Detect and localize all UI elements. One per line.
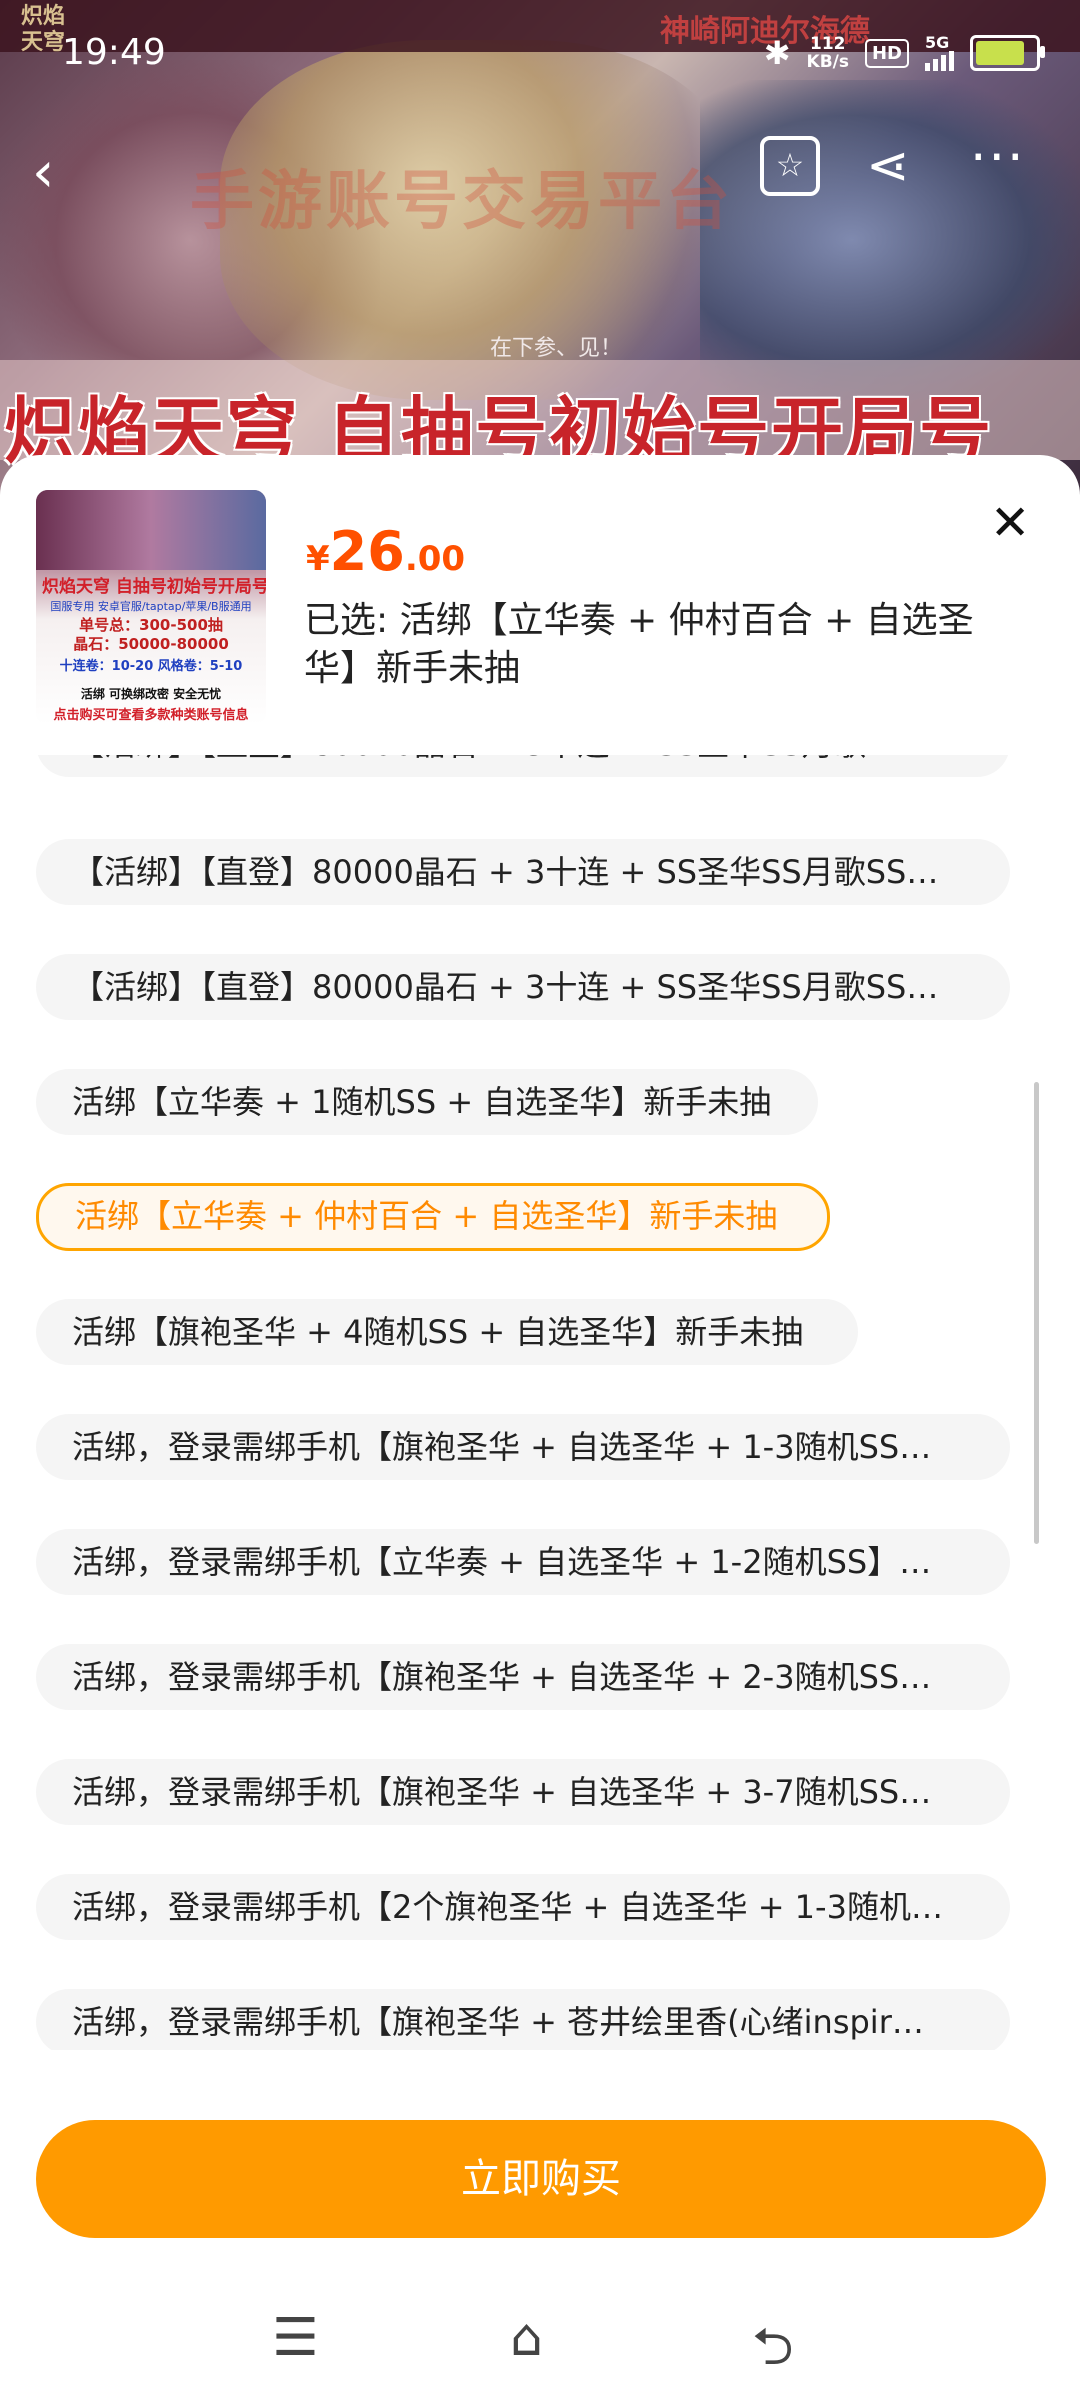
variant-option[interactable]: 活绑，登录需绑手机【立华奏 + 自选圣华 + 1-2随机SS】…	[36, 1529, 1010, 1595]
variant-option[interactable]: 活绑，登录需绑手机【旗袍圣华 + 自选圣华 + 1-3随机SS…	[36, 1414, 1010, 1480]
thumb-line: 单号总：300-500抽	[79, 616, 223, 634]
price-integer: 26	[329, 520, 405, 583]
variant-option[interactable]: 活绑，登录需绑手机【旗袍圣华 + 苍井绘里香(心绪inspir…	[36, 1989, 1010, 2055]
variant-option[interactable]: 活绑，登录需绑手机【2个旗袍圣华 + 自选圣华 + 1-3随机…	[36, 1874, 1010, 1940]
thumb-line: 晶石：50000-80000	[73, 635, 229, 653]
thumb-line: 国服专用 安卓官服/taptap/苹果/B服通用	[50, 600, 252, 613]
share-icon[interactable]: ⋖	[866, 136, 910, 196]
price-symbol: ¥	[306, 539, 330, 579]
status-bar: 19:49 ✱ 112 KB/s HD 5G	[0, 0, 1080, 110]
variant-option[interactable]: 活绑【立华奏 + 1随机SS + 自选圣华】新手未抽	[36, 1069, 818, 1135]
variant-option[interactable]: 【活绑】【直登】80000晶石 + 3十连 + SS圣华SS月歌 + …	[36, 755, 1010, 777]
home-icon[interactable]: ⌂	[510, 2308, 543, 2368]
price-decimal: .00	[404, 539, 466, 579]
back-icon[interactable]: ⮌	[752, 2308, 794, 2397]
product-thumbnail[interactable]: 炽焰天穹 自抽号初始号开局号 国服专用 安卓官服/taptap/苹果/B服通用 …	[36, 490, 266, 725]
variant-option[interactable]: 活绑，登录需绑手机【旗袍圣华 + 自选圣华 + 3-7随机SS…	[36, 1759, 1010, 1825]
variant-option[interactable]: 【活绑】【直登】80000晶石 + 3十连 + SS圣华SS月歌SS…	[36, 839, 1010, 905]
variant-option[interactable]: 活绑【旗袍圣华 + 4随机SS + 自选圣华】新手未抽	[36, 1299, 858, 1365]
price: ¥26.00	[306, 520, 465, 583]
system-nav-bar: ☰ ⌂ ⮌	[0, 2282, 1080, 2400]
selected-variant-text: 已选: 活绑【立华奏 + 仲村百合 + 自选圣华】新手未抽	[304, 600, 974, 689]
thumb-title: 炽焰天穹 自抽号初始号开局号	[42, 577, 266, 597]
star-icon[interactable]: ☆	[760, 136, 820, 196]
network-type: 5G	[925, 33, 950, 52]
status-icons: ✱ 112 KB/s HD 5G	[763, 34, 1045, 72]
list-bottom-mask	[0, 2050, 1080, 2120]
thumb-bottom: 点击购买可查看多款种类账号信息	[53, 708, 249, 723]
thumb-line: 十连卷：10-20 风格卷：5-10	[59, 659, 243, 674]
buy-now-button[interactable]: 立即购买	[36, 2120, 1046, 2238]
signal-icon: 5G	[925, 35, 954, 71]
thumb-line: 活绑 可换绑改密 安全无忧	[80, 687, 222, 701]
net-speed: 112 KB/s	[806, 34, 849, 72]
battery-icon	[970, 35, 1045, 71]
chevron-left-icon[interactable]: ‹	[32, 140, 54, 205]
variant-option[interactable]: 活绑，登录需绑手机【旗袍圣华 + 自选圣华 + 2-3随机SS…	[36, 1644, 1010, 1710]
variant-option-selected[interactable]: 活绑【立华奏 + 仲村百合 + 自选圣华】新手未抽	[36, 1183, 830, 1251]
variant-option[interactable]: 【活绑】【直登】80000晶石 + 3十连 + SS圣华SS月歌SS…	[36, 954, 1010, 1020]
status-time: 19:49	[62, 32, 166, 73]
more-icon[interactable]: ···	[970, 128, 1026, 188]
bluetooth-icon: ✱	[763, 34, 791, 72]
menu-icon[interactable]: ☰	[272, 2308, 319, 2368]
hd-icon: HD	[864, 38, 909, 68]
hero-faded-overlay: 手游账号交易平台	[190, 165, 734, 239]
list-scrollbar[interactable]	[1034, 1082, 1039, 1544]
close-icon[interactable]: ✕	[990, 495, 1030, 551]
hero-caption: 在下参、见！	[490, 336, 623, 361]
